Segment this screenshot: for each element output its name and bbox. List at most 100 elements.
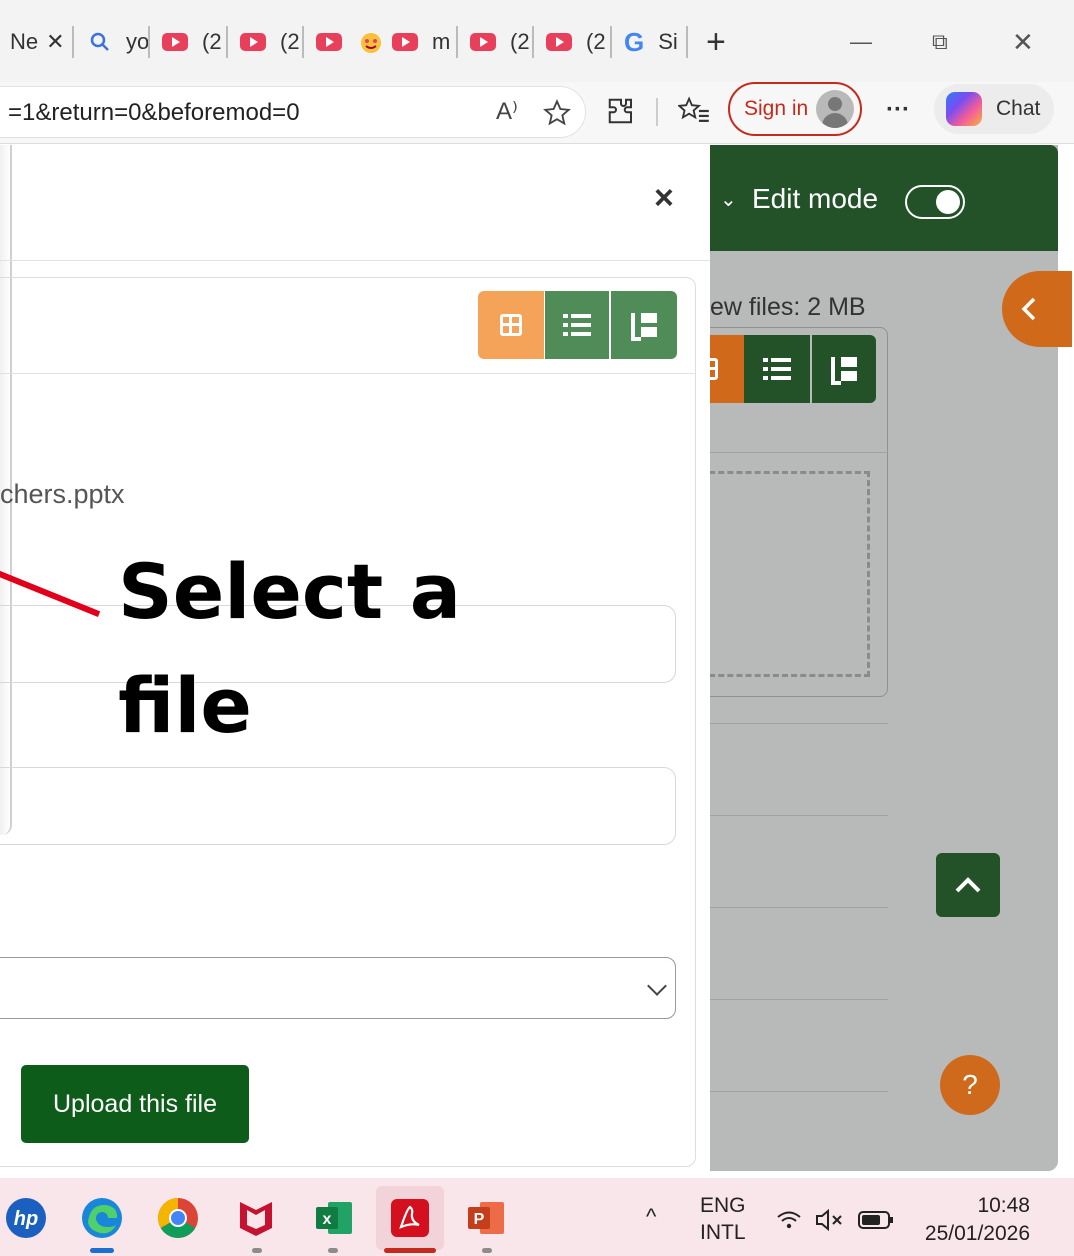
tab-youtube[interactable]: (2 (546, 14, 606, 70)
language-code: ENG (700, 1194, 746, 1217)
license-select[interactable] (0, 957, 676, 1019)
sign-in-button[interactable]: Sign in (728, 82, 862, 136)
sign-in-label: Sign in (744, 97, 809, 120)
dialog-header-divider (0, 260, 710, 261)
new-tab-button[interactable]: + (706, 14, 726, 70)
edge-icon[interactable] (80, 1196, 124, 1240)
copilot-icon (946, 92, 982, 126)
page-viewport: ⌄ Edit mode ew files: 2 MB ? × chers.ppt… (0, 145, 1074, 1176)
view-list-button[interactable] (545, 291, 609, 359)
tab-youtube[interactable] (316, 14, 342, 70)
language-indicator[interactable]: ENG INTL (700, 1192, 746, 1246)
active-app-indicator (90, 1248, 114, 1253)
chevron-left-icon (1021, 297, 1036, 321)
tab-divider (302, 26, 304, 58)
chat-label: Chat (996, 97, 1041, 120)
list-view-icon (763, 358, 791, 380)
divider (710, 452, 888, 453)
drawer-toggle-button[interactable] (1002, 271, 1072, 347)
edit-mode-label: Edit mode (752, 183, 879, 214)
help-button[interactable]: ? (940, 1055, 1000, 1115)
tab-youtube[interactable]: (2 (470, 14, 530, 70)
tab-divider (72, 26, 74, 58)
url-text: =1&return=0&beforemod=0 (8, 99, 300, 126)
tab-divider (610, 26, 612, 58)
tab-youtube[interactable]: m (392, 14, 450, 70)
clock[interactable]: 10:48 25/01/2026 (900, 1192, 1030, 1248)
tab-active[interactable]: Ne ✕ (10, 14, 65, 70)
window-close-button[interactable]: ✕ (1012, 14, 1034, 70)
tab-divider (226, 26, 228, 58)
tab-close-icon[interactable]: ✕ (46, 29, 64, 55)
tab-google[interactable]: G Si (624, 14, 678, 70)
divider (710, 1091, 888, 1092)
google-icon: G (624, 26, 645, 57)
battery-icon[interactable] (858, 1210, 894, 1230)
divider (710, 999, 888, 1000)
tab-emoji[interactable] (358, 14, 384, 70)
scroll-to-top-button[interactable] (936, 853, 1000, 917)
view-tree-button[interactable] (611, 291, 677, 359)
more-options-button[interactable]: ··· (886, 96, 910, 124)
minimize-button[interactable]: — (850, 14, 872, 70)
favorite-star-icon[interactable] (543, 99, 571, 127)
tab-label: yo (126, 29, 150, 54)
tab-youtube[interactable]: (2 (240, 14, 300, 70)
bg-view-list-button (744, 335, 810, 403)
emoji-icon (361, 33, 381, 53)
svg-text:hp: hp (14, 1208, 38, 1230)
view-icons-button[interactable] (478, 291, 544, 359)
copilot-chat-button[interactable]: Chat (934, 84, 1054, 134)
svg-text:P: P (474, 1211, 485, 1228)
tab-youtube[interactable]: (2 (162, 14, 222, 70)
list-view-icon (563, 314, 591, 336)
powerpoint-icon[interactable]: P (464, 1196, 508, 1240)
acrobat-icon[interactable] (388, 1196, 432, 1240)
excel-icon[interactable]: x (312, 1196, 356, 1240)
upload-file-button[interactable]: Upload this file (21, 1065, 249, 1143)
tray-chevron-icon[interactable]: ^ (646, 1204, 656, 1230)
toolbar-divider (656, 98, 658, 126)
tab-label: Ne (10, 29, 39, 54)
dialog-close-button[interactable]: × (654, 179, 674, 218)
avatar-icon (816, 90, 854, 128)
active-app-indicator (384, 1248, 436, 1253)
chevron-down-icon[interactable]: ⌄ (720, 187, 737, 212)
browser-toolbar: =1&return=0&beforemod=0 A⁾ Sign in ··· C… (0, 82, 1074, 144)
edit-mode-toggle[interactable] (905, 185, 965, 219)
selected-file-name: chers.pptx (0, 479, 125, 509)
clock-time: 10:48 (977, 1194, 1030, 1217)
tab-label: Si (658, 29, 678, 54)
mcafee-icon[interactable] (234, 1196, 278, 1240)
youtube-icon (162, 33, 188, 51)
read-aloud-icon[interactable]: A⁾ (496, 97, 518, 126)
youtube-icon (316, 33, 342, 51)
youtube-icon (546, 33, 572, 51)
favorites-icon[interactable] (678, 96, 710, 126)
chrome-icon[interactable] (156, 1196, 200, 1240)
tab-label: (2 (202, 29, 222, 54)
restore-button[interactable]: ⧉ (932, 14, 948, 70)
annotation-text: Select a file (118, 547, 462, 750)
grid-view-icon (500, 314, 522, 336)
svg-text:x: x (323, 1211, 332, 1228)
address-bar[interactable]: =1&return=0&beforemod=0 A⁾ (0, 86, 586, 138)
bg-view-tree-button (812, 335, 876, 403)
app-running-indicator (328, 1248, 338, 1253)
keyboard-layout: INTL (700, 1221, 746, 1244)
tab-search[interactable]: yo (90, 14, 149, 70)
divider (710, 723, 888, 724)
tab-label: (2 (510, 29, 530, 54)
tab-label: (2 (280, 29, 300, 54)
windows-taskbar: hp x P ^ ENG INTL 10:48 25/01/2026 (0, 1178, 1074, 1256)
background-dropzone (700, 471, 870, 677)
wifi-icon[interactable] (776, 1210, 802, 1230)
youtube-icon (470, 33, 496, 51)
speaker-muted-icon[interactable] (814, 1208, 844, 1232)
tab-divider (532, 26, 534, 58)
hp-icon[interactable]: hp (4, 1196, 48, 1240)
author-input[interactable] (0, 767, 676, 845)
extensions-icon[interactable] (606, 96, 636, 126)
tab-label: (2 (586, 29, 606, 54)
app-running-indicator (252, 1248, 262, 1253)
